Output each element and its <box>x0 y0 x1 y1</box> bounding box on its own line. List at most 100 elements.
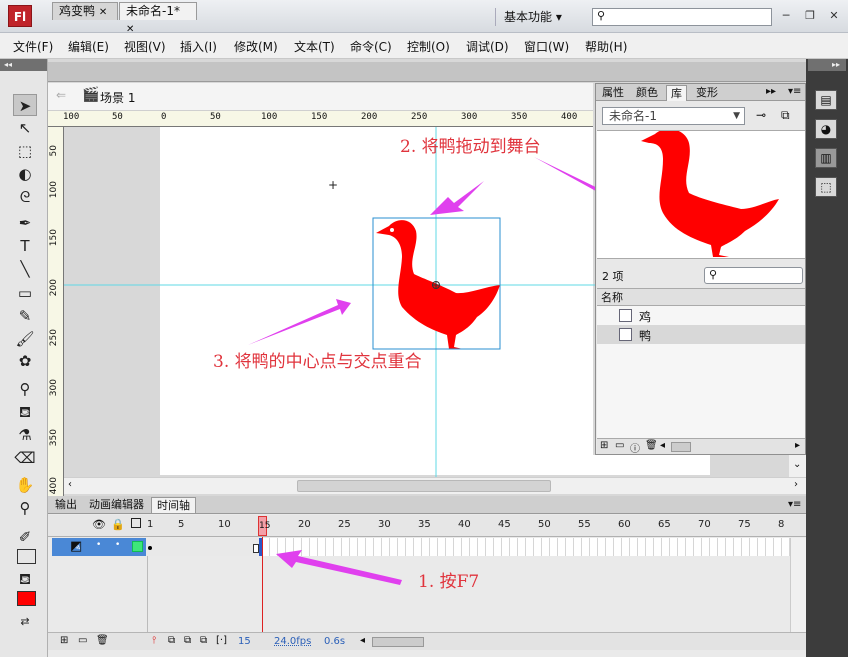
deco-tool-icon[interactable]: ✿ <box>13 350 37 372</box>
tab-color[interactable]: 颜色 <box>632 85 662 101</box>
stage-vertical-scrollbar[interactable]: ⌄ <box>789 455 806 477</box>
menu-view[interactable]: 视图(V) <box>124 38 166 55</box>
properties-panel-icon[interactable]: ▤ <box>815 90 837 110</box>
menu-window[interactable]: 窗口(W) <box>524 38 569 55</box>
fps-readout[interactable]: 24.0fps <box>274 636 311 647</box>
edit-multiple-frames-icon[interactable]: ⧉ <box>200 635 207 646</box>
lasso-tool-icon[interactable]: ᘓ <box>13 186 37 208</box>
center-frame-icon[interactable]: ⫯ <box>152 635 156 646</box>
tab-output[interactable]: 输出 <box>50 497 82 513</box>
chevron-left-icon[interactable]: ‹ <box>68 479 72 490</box>
tab-untitled-1[interactable]: 未命名-1* ✕ <box>119 2 197 35</box>
new-folder-icon[interactable]: ▭ <box>78 635 87 646</box>
panel-collapse-handle[interactable]: ◂◂ <box>0 59 47 71</box>
current-frame-readout[interactable]: 15 <box>238 636 251 647</box>
menu-help[interactable]: 帮助(H) <box>585 38 627 55</box>
onion-skin-outlines-icon[interactable]: ⧉ <box>184 635 191 646</box>
trash-icon[interactable]: 🗑 <box>645 440 658 451</box>
color-panel-icon[interactable]: ◕ <box>815 119 837 139</box>
3d-rotation-tool-icon[interactable]: ◐ <box>13 163 37 185</box>
minimize-button[interactable]: ─ <box>776 7 796 25</box>
scroll-thumb[interactable] <box>372 637 424 647</box>
chevron-right-icon[interactable]: › <box>794 479 798 490</box>
workspace-switcher[interactable]: 基本功能 ▾ <box>495 8 580 26</box>
stroke-color-swatch[interactable] <box>17 549 36 564</box>
library-column-header[interactable]: 名称 <box>597 288 805 306</box>
modify-markers-icon[interactable]: [·] <box>216 635 227 646</box>
layer-lock-dot-icon[interactable]: • <box>115 540 120 550</box>
line-tool-icon[interactable]: ╲ <box>13 258 37 280</box>
keyframe-dot[interactable] <box>148 546 152 550</box>
tab-transform[interactable]: 变形 <box>692 85 722 101</box>
bone-tool-icon[interactable]: ⚲ <box>13 378 37 400</box>
new-folder-icon[interactable]: ▭ <box>615 440 624 451</box>
menu-file[interactable]: 文件(F) <box>13 38 53 55</box>
layer-outline-color-icon[interactable] <box>132 541 143 552</box>
onion-skin-icon[interactable]: ⧉ <box>168 635 175 646</box>
fill-color-icon[interactable]: ⛾ <box>13 568 37 590</box>
selection-tool-icon[interactable]: ➤ <box>13 94 37 116</box>
brush-tool-icon[interactable]: 🖌 <box>13 328 37 350</box>
library-panel-icon[interactable]: ▥ <box>815 148 837 168</box>
trash-icon[interactable]: 🗑 <box>96 635 109 646</box>
panel-menu-icon[interactable]: ▾≡ <box>788 499 801 510</box>
lock-icon[interactable]: 🔒 <box>111 518 125 531</box>
library-item-chicken[interactable]: 鸡 <box>639 308 651 325</box>
menu-modify[interactable]: 修改(M) <box>234 38 278 55</box>
stage-horizontal-scrollbar[interactable]: ‹ › <box>64 477 806 494</box>
text-tool-icon[interactable]: T <box>13 235 37 257</box>
menu-edit[interactable]: 编辑(E) <box>68 38 109 55</box>
close-icon[interactable]: ✕ <box>99 7 107 18</box>
new-library-panel-icon[interactable]: ⧉ <box>781 108 790 123</box>
paint-bucket-tool-icon[interactable]: ⛾ <box>13 401 37 423</box>
menu-insert[interactable]: 插入(I) <box>180 38 217 55</box>
new-symbol-icon[interactable]: ⊞ <box>600 440 608 451</box>
chevron-left-icon[interactable]: ◂ <box>660 440 665 451</box>
outline-icon[interactable] <box>131 518 141 528</box>
zoom-tool-icon[interactable]: ⚲ <box>13 497 37 519</box>
tab-motion-editor[interactable]: 动画编辑器 <box>84 497 149 513</box>
pen-tool-icon[interactable]: ✒ <box>13 212 37 234</box>
panel-collapse-icon[interactable]: ▸▸ <box>766 86 776 97</box>
library-document-select[interactable]: 未命名-1 ▼ <box>602 107 745 125</box>
new-layer-icon[interactable]: ⊞ <box>60 635 68 646</box>
rectangle-tool-icon[interactable]: ▭ <box>13 282 37 304</box>
library-item-duck[interactable]: 鸭 <box>639 327 651 344</box>
chevron-right-icon[interactable]: ▸ <box>795 440 800 451</box>
subselection-tool-icon[interactable]: ↖ <box>13 117 37 139</box>
playhead[interactable]: 15 <box>258 516 270 536</box>
fill-color-swatch[interactable] <box>17 591 36 606</box>
show-hide-eye-icon[interactable]: 👁 <box>92 518 106 531</box>
scene-name[interactable]: 场景 1 <box>100 89 135 106</box>
chevron-down-icon[interactable]: ⌄ <box>793 459 801 470</box>
hand-tool-icon[interactable]: ✋ <box>13 474 37 496</box>
panel-menu-icon[interactable]: ▾≡ <box>788 86 801 97</box>
swap-colors-icon[interactable]: ⇄ <box>13 611 37 633</box>
tab-library[interactable]: 库 <box>666 85 687 101</box>
back-arrow-icon[interactable]: ⇐ <box>56 88 66 102</box>
timeline-vertical-scrollbar[interactable] <box>790 538 806 632</box>
menu-commands[interactable]: 命令(C) <box>350 38 392 55</box>
properties-icon[interactable]: ⓘ <box>630 440 640 455</box>
pencil-tool-icon[interactable]: ✎ <box>13 305 37 327</box>
help-search-input[interactable]: ⚲ <box>592 8 772 26</box>
chevron-left-icon[interactable]: ◂ <box>360 635 365 646</box>
close-button[interactable]: ✕ <box>824 7 844 25</box>
restore-button[interactable]: ❐ <box>800 7 820 25</box>
scroll-thumb[interactable] <box>671 442 691 452</box>
free-transform-tool-icon[interactable]: ⬚ <box>13 140 37 162</box>
layer-row-selected[interactable]: ✎ • • <box>52 538 146 556</box>
menu-control[interactable]: 控制(O) <box>407 38 450 55</box>
menu-text[interactable]: 文本(T) <box>294 38 335 55</box>
pin-icon[interactable]: ⊸ <box>756 108 766 122</box>
tab-timeline[interactable]: 时间轴 <box>151 497 196 513</box>
menu-debug[interactable]: 调试(D) <box>466 38 509 55</box>
keyframe-span[interactable] <box>147 538 265 556</box>
tab-chicken-to-duck[interactable]: 鸡变鸭 ✕ <box>52 2 118 20</box>
library-search-input[interactable]: ⚲ <box>704 267 803 284</box>
stroke-color-icon[interactable]: ✐ <box>13 526 37 548</box>
transform-panel-icon[interactable]: ⬚ <box>815 177 837 197</box>
panel-expand-handle[interactable]: ▸▸ <box>808 59 846 71</box>
scroll-thumb[interactable] <box>297 480 551 492</box>
close-icon[interactable]: ✕ <box>126 24 134 35</box>
